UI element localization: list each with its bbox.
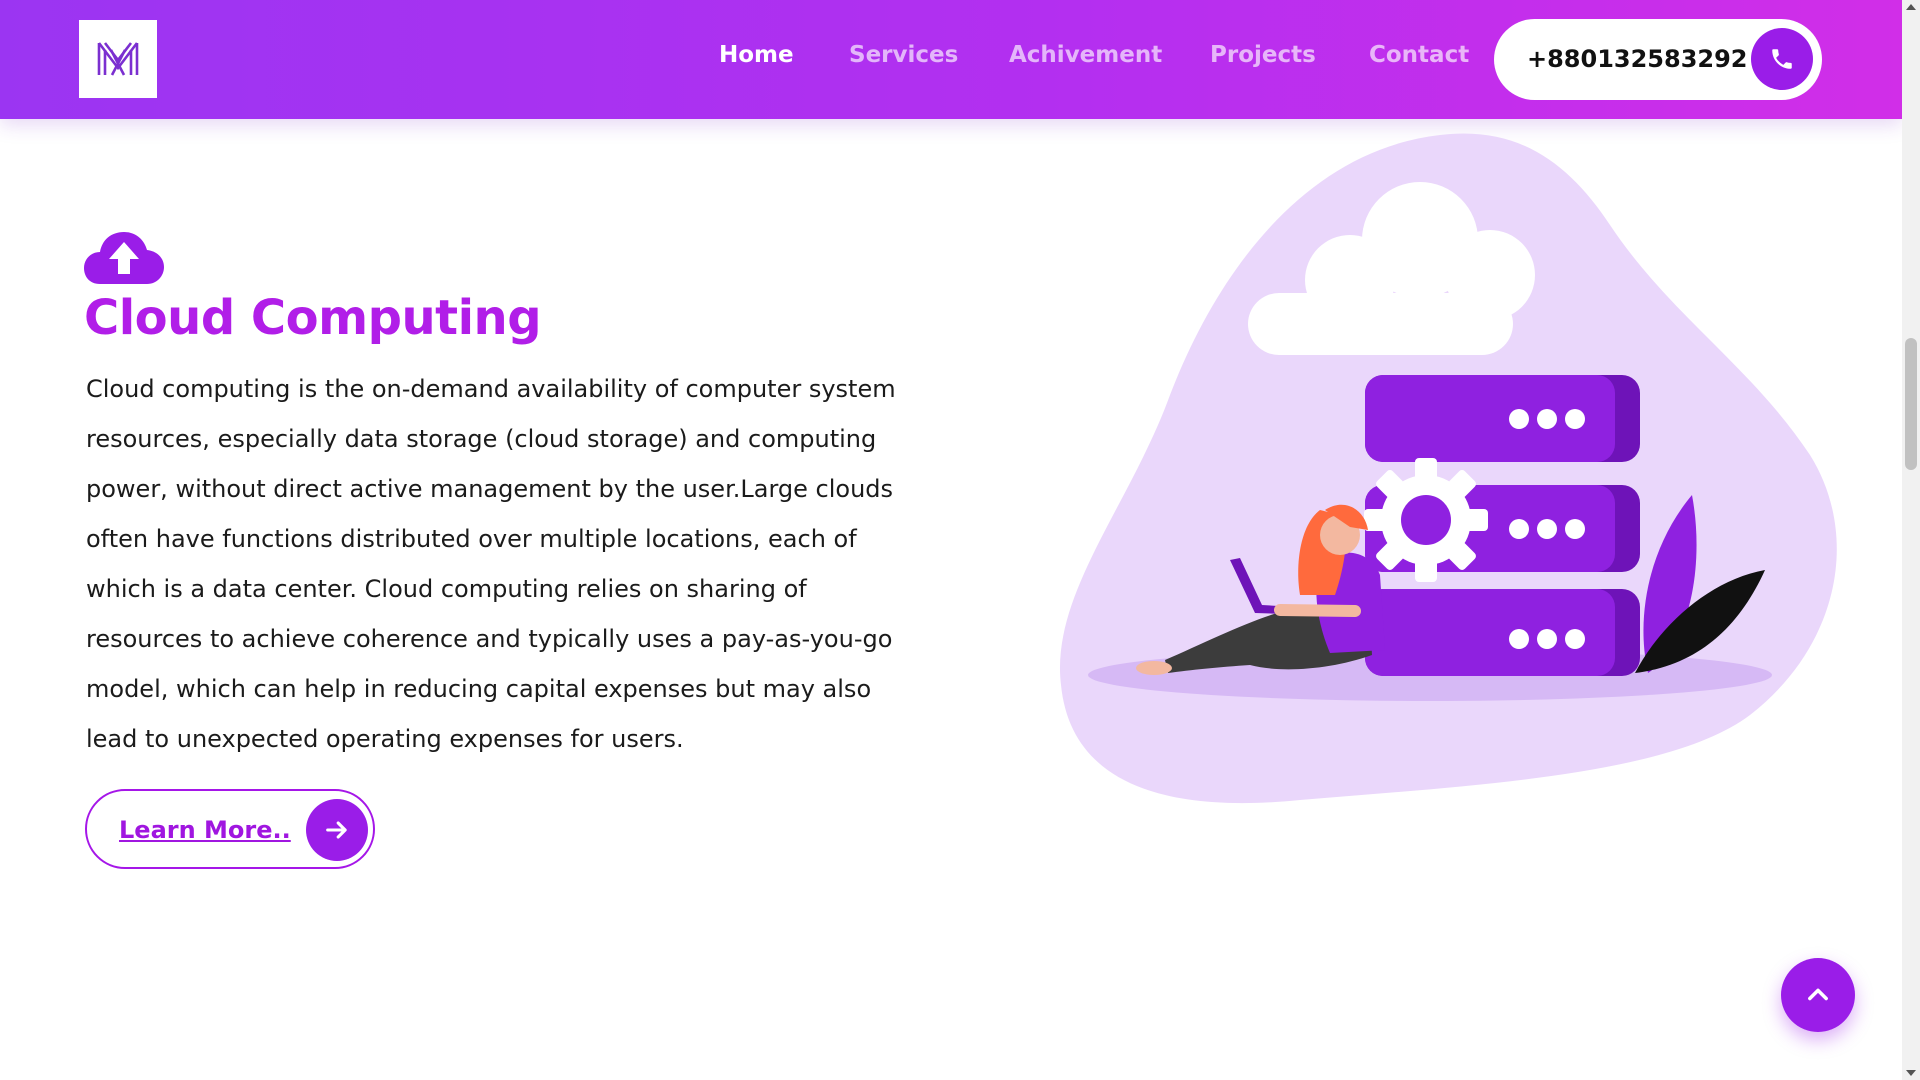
nav-projects[interactable]: Projects bbox=[1210, 42, 1316, 68]
nav-contact[interactable]: Contact bbox=[1369, 42, 1469, 68]
scroll-to-top-button[interactable] bbox=[1781, 958, 1855, 1032]
arrow-right-icon bbox=[326, 821, 347, 839]
phone-contact[interactable]: +880132583292 bbox=[1494, 19, 1822, 100]
gear-icon bbox=[1364, 458, 1488, 582]
section-title: Cloud Computing bbox=[84, 290, 542, 346]
site-logo[interactable] bbox=[79, 20, 157, 98]
scroll-thumb[interactable] bbox=[1905, 338, 1917, 470]
scroll-up-arrow-icon[interactable] bbox=[1906, 4, 1916, 10]
phone-number[interactable]: +880132583292 bbox=[1527, 45, 1748, 73]
phone-icon bbox=[1772, 49, 1792, 69]
cloud-server-illustration bbox=[1050, 125, 1850, 829]
nav-services[interactable]: Services bbox=[849, 42, 958, 68]
m-logo-icon bbox=[97, 42, 139, 76]
learn-more-label[interactable]: Learn More.. bbox=[119, 816, 291, 844]
learn-more-arrow[interactable] bbox=[306, 799, 368, 861]
site-header: Home Services Achivement Projects Contac… bbox=[0, 0, 1902, 119]
learn-more-button[interactable]: Learn More.. bbox=[85, 789, 375, 869]
page-scrollbar[interactable] bbox=[1902, 0, 1920, 1080]
cloud-upload-icon bbox=[84, 228, 164, 290]
scroll-down-arrow-icon[interactable] bbox=[1906, 1070, 1916, 1076]
call-button[interactable] bbox=[1751, 28, 1813, 90]
chevron-up-icon bbox=[1808, 988, 1828, 1001]
section-description: Cloud computing is the on-demand availab… bbox=[86, 375, 896, 753]
nav-achivement[interactable]: Achivement bbox=[1009, 42, 1162, 68]
nav-home[interactable]: Home bbox=[719, 42, 794, 68]
